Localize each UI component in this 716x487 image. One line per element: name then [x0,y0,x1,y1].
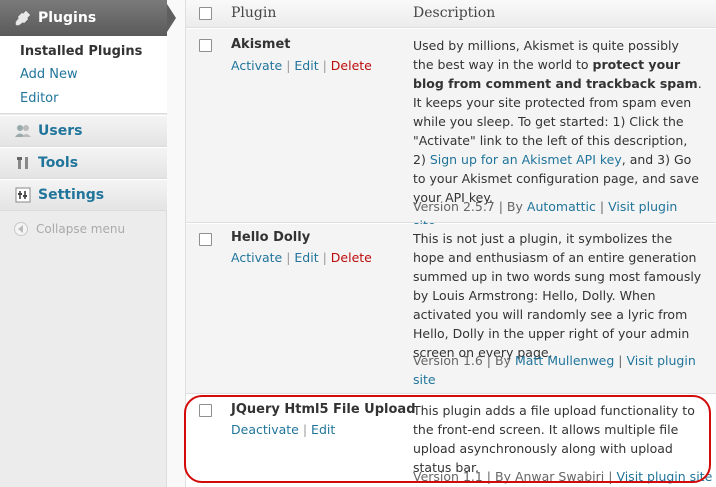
plugin-description: This is not just a plugin, it symbolizes… [413,231,702,360]
current-menu-arrow [167,4,176,32]
author-link[interactable]: Matt Mullenweg [515,353,614,368]
submenu-add-new[interactable]: Add New [20,67,78,82]
plugin-by: By [495,353,511,368]
menu-users-label: Users [38,123,83,139]
activate-link[interactable]: Activate [231,58,282,73]
plugin-row-akismet: Akismet Activate | Edit | Delete Used by… [186,29,716,233]
menu-plugins-label: Plugins [38,10,97,26]
collapse-menu-label: Collapse menu [36,222,126,236]
plugins-table: Plugin Description Akismet Activate | Ed… [185,0,716,487]
plugin-version: Version 1.6 [413,353,483,368]
submenu-editor[interactable]: Editor [20,91,58,106]
delete-link[interactable]: Delete [331,250,372,265]
plug-icon [14,9,32,27]
row-actions: Deactivate | Edit [231,422,336,437]
deactivate-link[interactable]: Deactivate [231,422,299,437]
select-all-checkbox[interactable] [199,7,212,20]
settings-icon [14,186,32,204]
plugin-row-jquery-html5-file-upload: JQuery Html5 File Upload Deactivate | Ed… [186,395,716,487]
plugin-meta: Version 1.1 | By Anwar Swabiri | Visit p… [413,469,713,484]
menu-settings[interactable]: Settings [0,179,167,211]
users-icon [14,122,32,140]
menu-tools-label: Tools [38,155,79,171]
plugin-checkbox[interactable] [199,404,212,417]
row-actions: Activate | Edit | Delete [231,250,372,265]
admin-sidebar: Plugins Installed Plugins Add New Editor… [0,0,176,487]
plugin-meta: Version 1.6 | By Matt Mullenweg | Visit … [413,353,696,387]
plugin-name: Akismet [231,37,291,52]
tools-icon [14,154,32,172]
plugin-description: Used by millions, Akismet is quite possi… [413,36,703,207]
plugin-author: By Anwar Swabiri [495,469,605,484]
plugin-by: By [506,199,523,214]
menu-plugins[interactable]: Plugins [0,0,167,36]
edit-link[interactable]: Edit [311,422,335,437]
edit-link[interactable]: Edit [294,250,318,265]
plugin-version: Version 2.5.7 [413,199,495,214]
table-header: Plugin Description [186,0,716,28]
menu-settings-label: Settings [38,187,105,203]
delete-link[interactable]: Delete [331,58,372,73]
plugins-submenu: Installed Plugins Add New Editor [0,36,167,114]
row-actions: Activate | Edit | Delete [231,58,372,73]
plugin-row-hello-dolly: Hello Dolly Activate | Edit | Delete Thi… [186,224,716,394]
visit-plugin-site-link[interactable]: Visit plugin site [616,469,712,484]
menu-users[interactable]: Users [0,115,167,147]
plugin-version: Version 1.1 [413,469,483,484]
akismet-signup-link[interactable]: Sign up for an Akismet API key [430,152,622,167]
plugin-description: This plugin adds a file upload functiona… [413,403,695,475]
plugin-name: Hello Dolly [231,230,311,245]
plugin-checkbox[interactable] [199,39,212,52]
author-link[interactable]: Automattic [527,199,596,214]
column-description: Description [413,5,496,21]
collapse-arrow-icon [14,222,28,236]
submenu-installed-plugins[interactable]: Installed Plugins [20,44,142,59]
plugin-checkbox[interactable] [199,233,212,246]
activate-link[interactable]: Activate [231,250,282,265]
collapse-menu[interactable]: Collapse menu [14,222,125,236]
column-plugin: Plugin [231,5,277,21]
menu-tools[interactable]: Tools [0,147,167,179]
plugin-name: JQuery Html5 File Upload [231,402,416,417]
edit-link[interactable]: Edit [294,58,318,73]
